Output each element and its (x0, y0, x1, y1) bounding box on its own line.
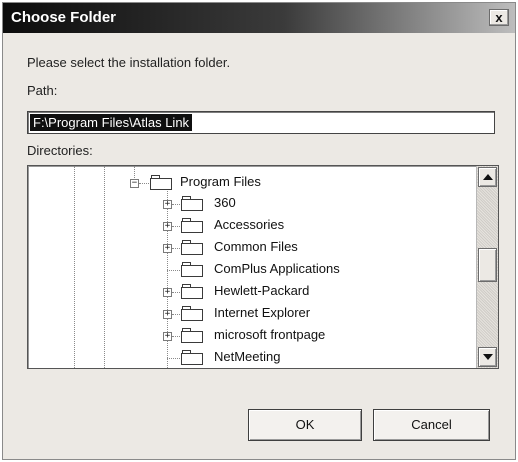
tree-item-label: Common Files (214, 239, 298, 254)
scrollbar-thumb[interactable] (478, 248, 497, 282)
folder-icon (150, 175, 172, 190)
folder-icon (181, 350, 203, 365)
expand-toggle-icon[interactable]: + (163, 332, 172, 341)
tree-branch-line (167, 358, 180, 359)
tree-item-label: ComPlus Applications (214, 261, 340, 276)
tree-item-label: 360 (214, 195, 236, 210)
folder-icon (181, 240, 203, 255)
expand-toggle-icon[interactable]: + (163, 200, 172, 209)
tree-branch-line (167, 270, 180, 271)
tree-guide-line (104, 166, 105, 368)
cancel-button[interactable]: Cancel (373, 409, 490, 441)
title-bar[interactable]: Choose Folder x (3, 3, 515, 33)
tree-item-label: NetMeeting (214, 349, 281, 364)
expand-toggle-icon[interactable]: + (163, 244, 172, 253)
tree-branch-line (172, 248, 180, 249)
vertical-scrollbar[interactable] (476, 166, 498, 368)
tree-branch-line (172, 314, 180, 315)
tree-item-label: Program Files (180, 174, 261, 189)
close-icon: x (495, 10, 503, 25)
tree-item-label: microsoft frontpage (214, 327, 326, 342)
directories-label: Directories: (27, 143, 93, 158)
folder-icon (181, 218, 203, 233)
expand-toggle-icon[interactable]: + (163, 310, 172, 319)
tree-item-label: Accessories (214, 217, 285, 232)
tree-item-label: Hewlett-Packard (214, 283, 310, 298)
tree-guide-line (167, 188, 168, 368)
tree-branch-line (172, 226, 180, 227)
tree-branch-line (172, 292, 180, 293)
scroll-down-arrow-icon (483, 354, 493, 360)
tree-branch-line (172, 204, 180, 205)
folder-icon (181, 262, 203, 277)
instruction-text: Please select the installation folder. (27, 55, 231, 70)
path-value-selected: F:\Program Files\Atlas Link (30, 114, 193, 131)
folder-icon (181, 196, 203, 211)
scroll-up-arrow-icon (483, 174, 493, 180)
folder-icon (181, 306, 203, 321)
path-label: Path: (27, 83, 58, 98)
ok-button[interactable]: OK (248, 409, 362, 441)
tree-branch-line (139, 183, 149, 184)
tree-branch-line (172, 336, 180, 337)
folder-icon (181, 284, 203, 299)
scroll-down-button[interactable] (478, 347, 497, 367)
close-button[interactable]: x (489, 9, 509, 26)
expand-toggle-icon[interactable]: + (163, 222, 172, 231)
tree-guide-line (74, 166, 75, 368)
scroll-up-button[interactable] (478, 167, 497, 187)
path-input[interactable]: F:\Program Files\Atlas Link (27, 111, 495, 134)
expand-toggle-icon[interactable]: + (163, 288, 172, 297)
tree-item-label: Internet Explorer (214, 305, 311, 320)
collapse-toggle-icon[interactable]: − (130, 179, 139, 188)
dialog-title: Choose Folder (11, 9, 117, 26)
folder-icon (181, 328, 203, 343)
choose-folder-dialog: Choose Folder x Please select the instal… (2, 2, 516, 460)
directory-tree[interactable]: − Program Files + 360 + Accessories + Co… (27, 165, 499, 369)
tree-guide-line (134, 166, 135, 178)
